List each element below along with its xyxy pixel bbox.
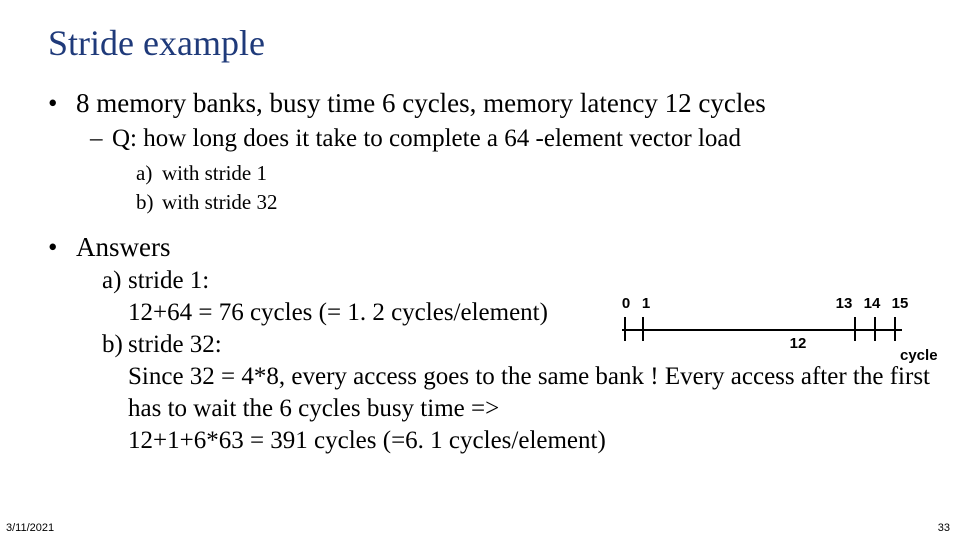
timeline-label-0: 0 (622, 295, 630, 312)
timeline-label-13: 13 (836, 295, 853, 312)
bullet-dot-icon: • (48, 88, 76, 119)
timeline-axis-label: cycle (900, 347, 938, 364)
question-option-a: a)with stride 1 (136, 159, 928, 188)
page-title: Stride example (48, 22, 265, 64)
option-b-text: with stride 32 (162, 190, 278, 214)
answer-a-label: a) (102, 265, 128, 297)
option-a-label: a) (136, 159, 162, 188)
option-a-text: with stride 1 (162, 161, 267, 185)
timeline-tick (894, 317, 896, 341)
timeline-label-1: 1 (642, 295, 650, 312)
footer-date: 3/11/2021 (6, 522, 54, 534)
timeline-tick (624, 317, 626, 341)
timeline-tick (642, 317, 644, 341)
bullet-main-text: 8 memory banks, busy time 6 cycles, memo… (76, 88, 766, 118)
timeline-axis (622, 329, 902, 331)
page-number: 33 (938, 522, 950, 534)
slide-body: •8 memory banks, busy time 6 cycles, mem… (48, 88, 928, 457)
timeline-label-12: 12 (790, 335, 807, 352)
bullet-main: •8 memory banks, busy time 6 cycles, mem… (48, 88, 928, 119)
bullet-dot-icon: • (48, 232, 76, 263)
question-line: –Q: how long does it take to complete a … (90, 125, 928, 153)
slide: Stride example •8 memory banks, busy tim… (0, 0, 960, 540)
question-option-b: b)with stride 32 (136, 188, 928, 217)
dash-icon: – (90, 125, 112, 153)
answer-b-label: b) (102, 329, 128, 361)
answer-a-line1: stride 1: (128, 267, 209, 294)
answers-header-text: Answers (76, 232, 171, 262)
timeline-tick (874, 317, 876, 341)
timeline-label-14: 14 (864, 295, 881, 312)
answer-b-line3: 12+1+6*63 = 391 cycles (=6. 1 cycles/ele… (128, 427, 606, 454)
timeline-diagram: 0 1 13 14 15 12 cycle (622, 295, 932, 365)
answers-header: •Answers (48, 232, 928, 263)
option-b-label: b) (136, 188, 162, 217)
answer-b-line1: stride 32: (128, 331, 222, 358)
answer-a-line2: 12+64 = 76 cycles (= 1. 2 cycles/element… (128, 299, 548, 326)
answer-b-line2: Since 32 = 4*8, every access goes to the… (128, 363, 930, 422)
timeline-label-15: 15 (892, 295, 909, 312)
question-text: Q: how long does it take to complete a 6… (112, 125, 741, 152)
timeline-tick (854, 317, 856, 341)
